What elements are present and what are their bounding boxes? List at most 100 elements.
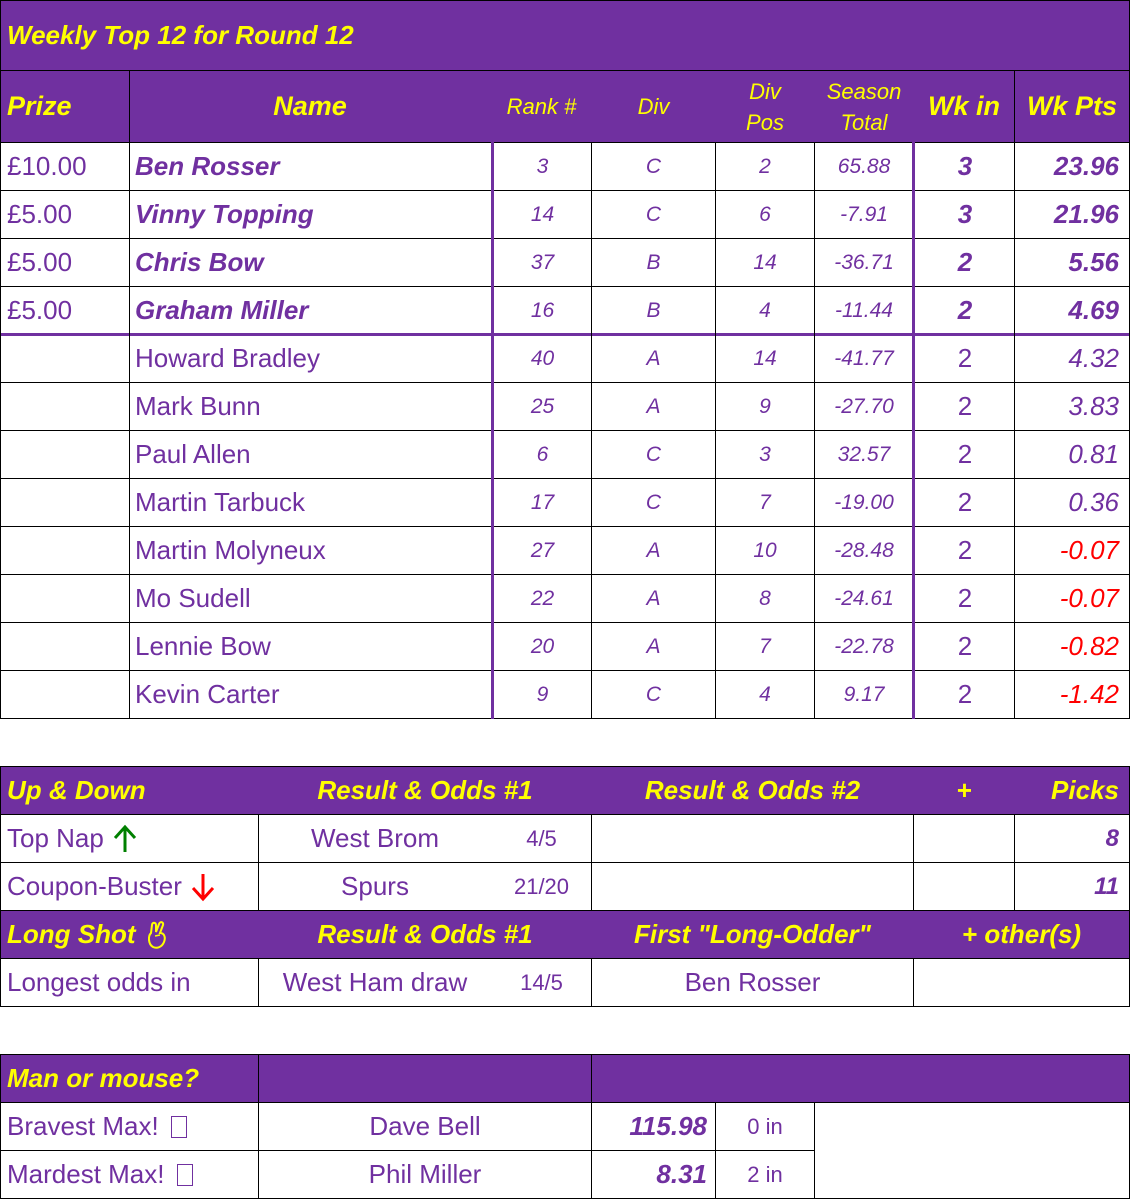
weekly-cell-rank: 16 (530, 298, 555, 322)
weekly-cell-prize: £5.00 (7, 295, 73, 325)
updown-border-2 (0, 862, 1130, 863)
weekly-cell-div: A (646, 394, 661, 418)
weekly-cell-name: Lennie Bow (135, 631, 271, 661)
mardest-max-label: Mardest Max! (1, 1151, 258, 1198)
updown-vline-left (0, 766, 1, 1007)
weekly-cell-div-pos: 14 (753, 346, 777, 370)
weekly-grid-line (0, 70, 1130, 71)
weekly-grid-line (0, 0, 1, 719)
weekly-cell-wk-in: 2 (957, 247, 973, 277)
longshot-result: West Ham draw (282, 967, 468, 997)
updown-result2-header: Result & Odds #2 (592, 767, 913, 814)
weekly-cell-name: Mark Bunn (135, 391, 261, 421)
emoji-placeholder-icon (170, 1115, 187, 1138)
top-nap-picks: 8 (1105, 824, 1119, 852)
longshot-first: Ben Rosser (684, 967, 821, 997)
mm-border-bottom (0, 1198, 1130, 1199)
weekly-cell-div: C (645, 490, 662, 514)
bravest-max-value: 115.98 (629, 1111, 707, 1141)
header-div-pos-line2: Pos (746, 110, 784, 135)
weekly-cell-wk-in: 2 (957, 631, 973, 661)
weekly-grid-line (129, 70, 130, 719)
weekly-cell-prize (1, 335, 129, 382)
weekly-cell-name: Mo Sudell (135, 583, 251, 613)
weekly-cell-wk-in: 2 (957, 295, 973, 325)
weekly-cell-div: A (646, 346, 661, 370)
weekly-row-border (0, 718, 1130, 719)
weekly-cell-season: -24.61 (834, 586, 894, 610)
weekly-cell-name: Chris Bow (135, 247, 264, 277)
header-div-pos-line1: Div (749, 79, 781, 104)
crossed-fingers-icon (147, 920, 166, 949)
weekly-cell-prize: £5.00 (7, 247, 73, 277)
weekly-cell-season: -41.77 (834, 346, 894, 370)
updown-border-bottom (0, 1006, 1130, 1007)
weekly-cell-season: -11.44 (835, 298, 893, 322)
weekly-cell-prize (1, 431, 129, 478)
weekly-cell-div: C (645, 682, 662, 706)
weekly-cell-prize (1, 623, 129, 670)
weekly-grid-line (912, 142, 915, 719)
coupon-buster-text: Coupon-Buster (7, 871, 182, 901)
longshot-label: Longest odds in (7, 967, 191, 997)
weekly-cell-rank: 40 (530, 346, 555, 370)
weekly-cell-wk-pts: -0.82 (1059, 631, 1119, 661)
weekly-cell-season: -27.70 (834, 394, 894, 418)
updown-border-top (0, 766, 1130, 767)
weekly-cell-wk-in: 2 (957, 343, 973, 373)
weekly-cell-season: -28.48 (834, 538, 894, 562)
weekly-cell-name: Martin Molyneux (135, 535, 326, 565)
weekly-cell-prize (1, 671, 129, 718)
weekly-cell-div-pos: 2 (759, 154, 771, 178)
weekly-cell-wk-pts: 21.96 (1053, 199, 1119, 229)
weekly-cell-wk-pts: 5.56 (1068, 247, 1119, 277)
weekly-cell-season: -7.91 (840, 202, 888, 226)
updown-vline-3 (913, 814, 914, 911)
longshot-first-header: First "Long-Odder" (592, 911, 913, 958)
updown-border-1 (0, 814, 1130, 815)
weekly-grid-line (491, 142, 494, 719)
weekly-cell-div: C (645, 202, 662, 226)
header-wk-pts: Wk Pts (1015, 71, 1129, 142)
updown-vline-4 (1014, 814, 1015, 911)
updown-border-3 (0, 910, 1130, 911)
weekly-cell-wk-pts: 0.36 (1068, 487, 1119, 517)
weekly-cell-season: -19.00 (834, 490, 894, 514)
emoji-placeholder-icon (176, 1163, 193, 1186)
weekly-cell-rank: 9 (536, 682, 549, 706)
updown-vline-3b (913, 958, 914, 1007)
weekly-cell-div-pos: 9 (759, 394, 771, 418)
mm-vline-1 (258, 1054, 259, 1199)
weekly-cell-rank: 37 (530, 250, 555, 274)
weekly-cell-div-pos: 7 (759, 490, 771, 514)
longshot-title: Long Shot (1, 911, 258, 958)
mm-vline-left (0, 1054, 1, 1199)
mardest-max-wk-in: 2 in (747, 1161, 783, 1187)
weekly-cell-season: -22.78 (834, 634, 894, 658)
coupon-buster-odds: 21/20 (513, 873, 570, 899)
header-season-line1: Season (826, 79, 902, 104)
weekly-cell-div: B (646, 298, 661, 322)
mardest-max-value: 8.31 (656, 1159, 707, 1189)
header-wk-in: Wk in (914, 71, 1014, 142)
header-div-pos: Div Pos (716, 71, 814, 142)
mardest-max-name: Phil Miller (368, 1159, 482, 1189)
longshot-result1-header: Result & Odds #1 (259, 911, 591, 958)
bravest-max-wk-in: 0 in (747, 1113, 783, 1139)
updown-result1-header: Result & Odds #1 (259, 767, 591, 814)
weekly-cell-wk-pts: 3.83 (1068, 391, 1119, 421)
mm-vline-3 (715, 1102, 716, 1199)
bravest-max-text: Bravest Max! (7, 1111, 159, 1141)
weekly-cell-wk-pts: 23.96 (1053, 151, 1119, 181)
weekly-cell-name: Paul Allen (135, 439, 251, 469)
weekly-cell-div-pos: 4 (759, 682, 771, 706)
updown-vline-2b (591, 958, 592, 1007)
weekly-cell-div: C (645, 442, 662, 466)
weekly-grid-line (0, 0, 1130, 1)
top-nap-text: Top Nap (7, 823, 104, 853)
weekly-cell-wk-pts: 4.69 (1068, 295, 1119, 325)
mardest-max-text: Mardest Max! (7, 1159, 165, 1189)
weekly-cell-season: -36.71 (834, 250, 894, 274)
mm-vline-4 (814, 1102, 815, 1199)
weekly-cell-rank: 25 (530, 394, 555, 418)
